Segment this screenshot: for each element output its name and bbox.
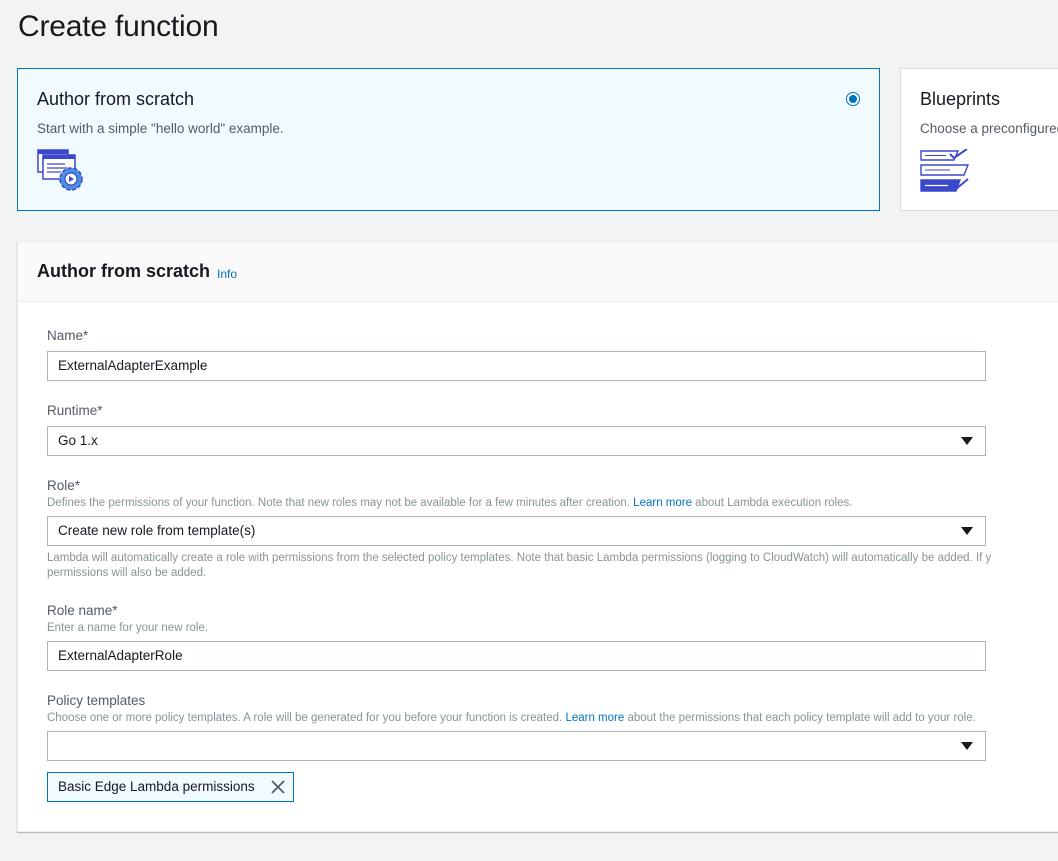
role-note-line2: permissions will also be added. (47, 567, 207, 579)
policy-learn-more-link[interactable]: Learn more (565, 712, 624, 724)
policy-templates-description: Choose one or more policy templates. A r… (47, 712, 976, 724)
role-description-text-end: about Lambda execution roles. (691, 497, 853, 509)
role-note-line1: Lambda will automatically create a role … (47, 552, 992, 564)
info-link[interactable]: Info (217, 267, 237, 281)
policy-templates-label: Policy templates (47, 693, 146, 708)
role-label: Role* (47, 478, 81, 493)
author-from-scratch-card[interactable]: Author from scratch Start with a simple … (17, 68, 880, 211)
blueprints-card-title: Blueprints (920, 89, 1001, 109)
runtime-select[interactable]: Go 1.x (47, 426, 986, 456)
author-gear-icon (37, 149, 83, 191)
role-select-value: Create new role from template(s) (58, 523, 256, 538)
close-icon[interactable] (270, 780, 285, 794)
radio-selected-icon[interactable] (846, 92, 860, 106)
runtime-select-value: Go 1.x (58, 433, 98, 448)
page-title: Create function (18, 10, 219, 43)
role-description-text: Defines the permissions of your function… (47, 497, 634, 509)
name-input[interactable]: ExternalAdapterExample (47, 351, 986, 381)
author-from-scratch-panel: Author from scratch Info Name* ExternalA… (17, 241, 1058, 832)
role-select[interactable]: Create new role from template(s) (47, 516, 986, 546)
role-learn-more-link[interactable]: Learn more (633, 497, 692, 509)
role-name-input[interactable]: ExternalAdapterRole (47, 641, 986, 671)
name-label: Name* (47, 328, 89, 343)
policy-token-label: Basic Edge Lambda permissions (58, 779, 255, 794)
author-card-title: Author from scratch (37, 89, 195, 109)
dropdown-arrow-icon (961, 742, 973, 750)
runtime-label: Runtime* (47, 403, 103, 418)
blueprints-card-description: Choose a preconfigured (920, 121, 1058, 136)
policy-token: Basic Edge Lambda permissions (47, 772, 294, 802)
role-description: Defines the permissions of your function… (47, 497, 852, 509)
policy-description-text-end: about the permissions that each policy t… (624, 712, 976, 724)
role-name-description: Enter a name for your new role. (47, 622, 209, 634)
panel-title: Author from scratch (37, 261, 211, 281)
dropdown-arrow-icon (961, 437, 973, 445)
author-card-description: Start with a simple "hello world" exampl… (37, 121, 284, 136)
policy-description-text: Choose one or more policy templates. A r… (47, 712, 566, 724)
policy-templates-select[interactable] (47, 731, 986, 761)
role-name-label: Role name* (47, 603, 118, 618)
dropdown-arrow-icon (961, 527, 973, 535)
blueprints-card[interactable]: Blueprints Choose a preconfigured (900, 68, 1058, 211)
panel-header: Author from scratch Info (18, 242, 1058, 302)
blueprints-checklist-icon (920, 149, 970, 192)
